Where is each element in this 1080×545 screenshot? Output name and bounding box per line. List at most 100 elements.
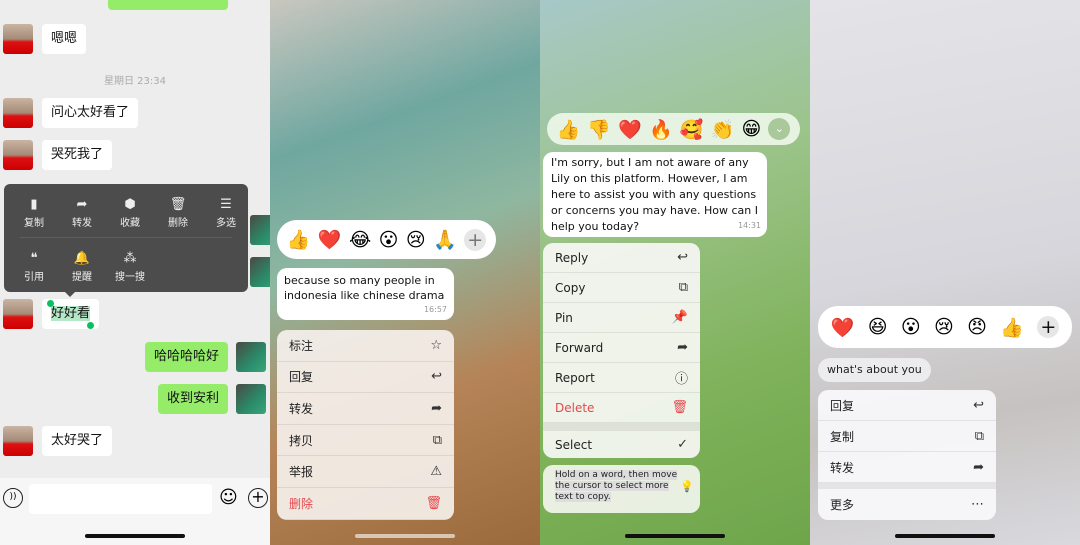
home-indicator bbox=[625, 534, 725, 538]
menu-item-label: 复制 bbox=[24, 218, 44, 229]
menu-item-label: Delete bbox=[555, 400, 595, 415]
message-bubble[interactable]: 哈哈哈哈好 bbox=[145, 342, 229, 372]
menu-item-report[interactable]: Report ⓘ bbox=[543, 363, 700, 393]
menu-item-trash[interactable]: Delete 🗑 bbox=[543, 393, 700, 423]
avatar[interactable] bbox=[250, 257, 270, 287]
reaction-emoji[interactable]: 😮 bbox=[901, 316, 921, 338]
message-time: 14:31 bbox=[737, 221, 761, 230]
menu-item-select[interactable]: Select ✓ bbox=[543, 431, 700, 458]
avatar[interactable] bbox=[236, 342, 266, 372]
menu-item-forward[interactable]: 转发 ➦ bbox=[818, 452, 996, 483]
menu-item-warning[interactable]: 举报 ⚠ bbox=[277, 456, 454, 488]
reaction-emoji[interactable]: 😆 bbox=[868, 316, 888, 338]
menu-separator bbox=[543, 423, 700, 431]
avatar[interactable] bbox=[3, 299, 33, 329]
menu-item-label: Forward bbox=[555, 340, 604, 355]
menu-item-forward[interactable]: 转发 ➦ bbox=[277, 393, 454, 425]
avatar[interactable] bbox=[250, 215, 270, 245]
telegram-panel: 👍 👎 ❤️ 🔥 🥰 👏 😁 ⌄ I'm sorry, but I am not aware … bbox=[540, 0, 810, 545]
menu-item-pin[interactable]: Pin 📌 bbox=[543, 303, 700, 333]
multiselect-icon: ☰ bbox=[220, 197, 232, 212]
menu-item-label: 转发 bbox=[289, 401, 314, 416]
message-bubble[interactable]: 太好哭了 bbox=[42, 426, 113, 456]
divider bbox=[20, 237, 232, 238]
reaction-emoji[interactable]: 😢 bbox=[934, 316, 954, 338]
avatar[interactable] bbox=[3, 426, 33, 456]
menu-item-label: 复制 bbox=[830, 429, 855, 444]
menu-item-reply[interactable]: 回复 ↩ bbox=[818, 390, 996, 421]
reaction-emoji[interactable]: 😂 bbox=[349, 229, 371, 251]
trash-icon: 🗑 bbox=[671, 400, 688, 415]
selection-handle-start[interactable] bbox=[47, 300, 54, 307]
selected-text[interactable]: 好好看 bbox=[51, 306, 91, 321]
reply-icon: ↩ bbox=[677, 250, 688, 265]
reaction-emoji[interactable]: 👏 bbox=[711, 118, 735, 141]
menu-item-label: 引用 bbox=[24, 272, 44, 283]
menu-item-trash[interactable]: 🗑 删除 bbox=[154, 196, 202, 229]
menu-item-copy[interactable]: 拷贝 ⧉ bbox=[277, 425, 454, 457]
message-input[interactable] bbox=[29, 484, 212, 514]
reaction-emoji[interactable]: 😠 bbox=[967, 316, 987, 338]
plus-icon[interactable]: + bbox=[1037, 316, 1060, 338]
menu-item-forward[interactable]: Forward ➦ bbox=[543, 333, 700, 363]
reaction-emoji[interactable]: 👍 bbox=[1000, 316, 1024, 339]
star-icon: ☆ bbox=[430, 337, 442, 353]
message-bubble[interactable]: 问心太好看了 bbox=[42, 98, 139, 128]
plus-icon[interactable]: + bbox=[248, 488, 268, 508]
reaction-emoji[interactable]: 👍 bbox=[557, 118, 581, 141]
menu-item-label: Select bbox=[555, 437, 593, 452]
avatar[interactable] bbox=[236, 384, 266, 414]
message-bubble[interactable]: I'm sorry, but I am not aware of any Lil… bbox=[543, 152, 767, 237]
reaction-emoji[interactable]: ❤️ bbox=[618, 118, 642, 141]
menu-item-reply[interactable]: Reply ↩ bbox=[543, 243, 700, 273]
message-bubble[interactable]: 收到安利 bbox=[158, 384, 229, 414]
trash-icon: 🗑 bbox=[425, 495, 442, 511]
message-bubble[interactable]: 哭死我了 bbox=[42, 140, 113, 170]
avatar[interactable] bbox=[3, 98, 33, 128]
selection-handle-end[interactable] bbox=[87, 322, 94, 329]
menu-item-quote[interactable]: ❝ 引用 bbox=[10, 250, 58, 283]
copy-icon: ⧉ bbox=[974, 428, 984, 444]
reaction-emoji[interactable]: 😮 bbox=[379, 229, 399, 251]
menu-item-label: 转发 bbox=[72, 218, 92, 229]
menu-item-copy[interactable]: Copy ⧉ bbox=[543, 273, 700, 303]
context-menu: ▮ 复制 ➦ 转发 ⬢ 收藏 🗑 删除 ☰ 多选 ❝ 引用 🔔 提醒 ⁂ 搜一搜 bbox=[4, 184, 248, 292]
reaction-emoji[interactable]: 😢 bbox=[406, 229, 426, 251]
menu-item-search-spark[interactable]: ⁂ 搜一搜 bbox=[106, 250, 154, 283]
menu-item-document[interactable]: ▮ 复制 bbox=[10, 196, 58, 229]
reaction-emoji[interactable]: 🥰 bbox=[680, 118, 704, 141]
menu-item-cube[interactable]: ⬢ 收藏 bbox=[106, 196, 154, 229]
previous-bubble bbox=[108, 0, 228, 10]
report-icon: ⓘ bbox=[674, 372, 688, 387]
reaction-bar: ❤️ 😆 😮 😢 😠 👍 + bbox=[818, 306, 1072, 348]
menu-item-forward[interactable]: ➦ 转发 bbox=[58, 196, 106, 229]
menu-item-star[interactable]: 标注 ☆ bbox=[277, 330, 454, 362]
reaction-bar: 👍 ❤️ 😂 😮 😢 🙏 + bbox=[277, 220, 496, 259]
menu-item-reply[interactable]: 回复 ↩ bbox=[277, 362, 454, 394]
message-bubble[interactable]: because so many people in indonesia like… bbox=[277, 268, 454, 320]
menu-item-label: Pin bbox=[555, 310, 573, 325]
reaction-emoji[interactable]: 😁 bbox=[741, 118, 761, 140]
menu-item-more[interactable]: 更多 ⋯ bbox=[818, 489, 996, 520]
message-bubble[interactable]: 嗯嗯 bbox=[42, 24, 87, 54]
more-icon: ⋯ bbox=[971, 497, 984, 512]
chevron-down-icon[interactable]: ⌄ bbox=[768, 118, 791, 140]
avatar[interactable] bbox=[3, 24, 33, 54]
menu-item-label: 标注 bbox=[289, 338, 314, 353]
plus-icon[interactable]: + bbox=[464, 228, 487, 251]
reaction-emoji[interactable]: 🔥 bbox=[649, 118, 673, 141]
reaction-emoji[interactable]: ❤️ bbox=[318, 228, 342, 251]
reaction-emoji[interactable]: 🙏 bbox=[433, 228, 457, 251]
menu-item-multiselect[interactable]: ☰ 多选 bbox=[202, 196, 250, 229]
voice-icon[interactable]: )) bbox=[3, 488, 23, 508]
menu-item-copy[interactable]: 复制 ⧉ bbox=[818, 421, 996, 452]
reaction-emoji[interactable]: 👍 bbox=[287, 228, 311, 251]
reaction-emoji[interactable]: 👎 bbox=[587, 118, 611, 141]
bell-icon: 🔔 bbox=[73, 251, 91, 266]
menu-item-bell[interactable]: 🔔 提醒 bbox=[58, 250, 106, 283]
emoji-icon[interactable]: ☺ bbox=[219, 487, 238, 508]
message-bubble[interactable]: what's about you bbox=[818, 358, 931, 382]
reaction-emoji[interactable]: ❤️ bbox=[831, 316, 855, 339]
menu-item-trash[interactable]: 删除 🗑 bbox=[277, 488, 454, 520]
avatar[interactable] bbox=[3, 140, 33, 170]
